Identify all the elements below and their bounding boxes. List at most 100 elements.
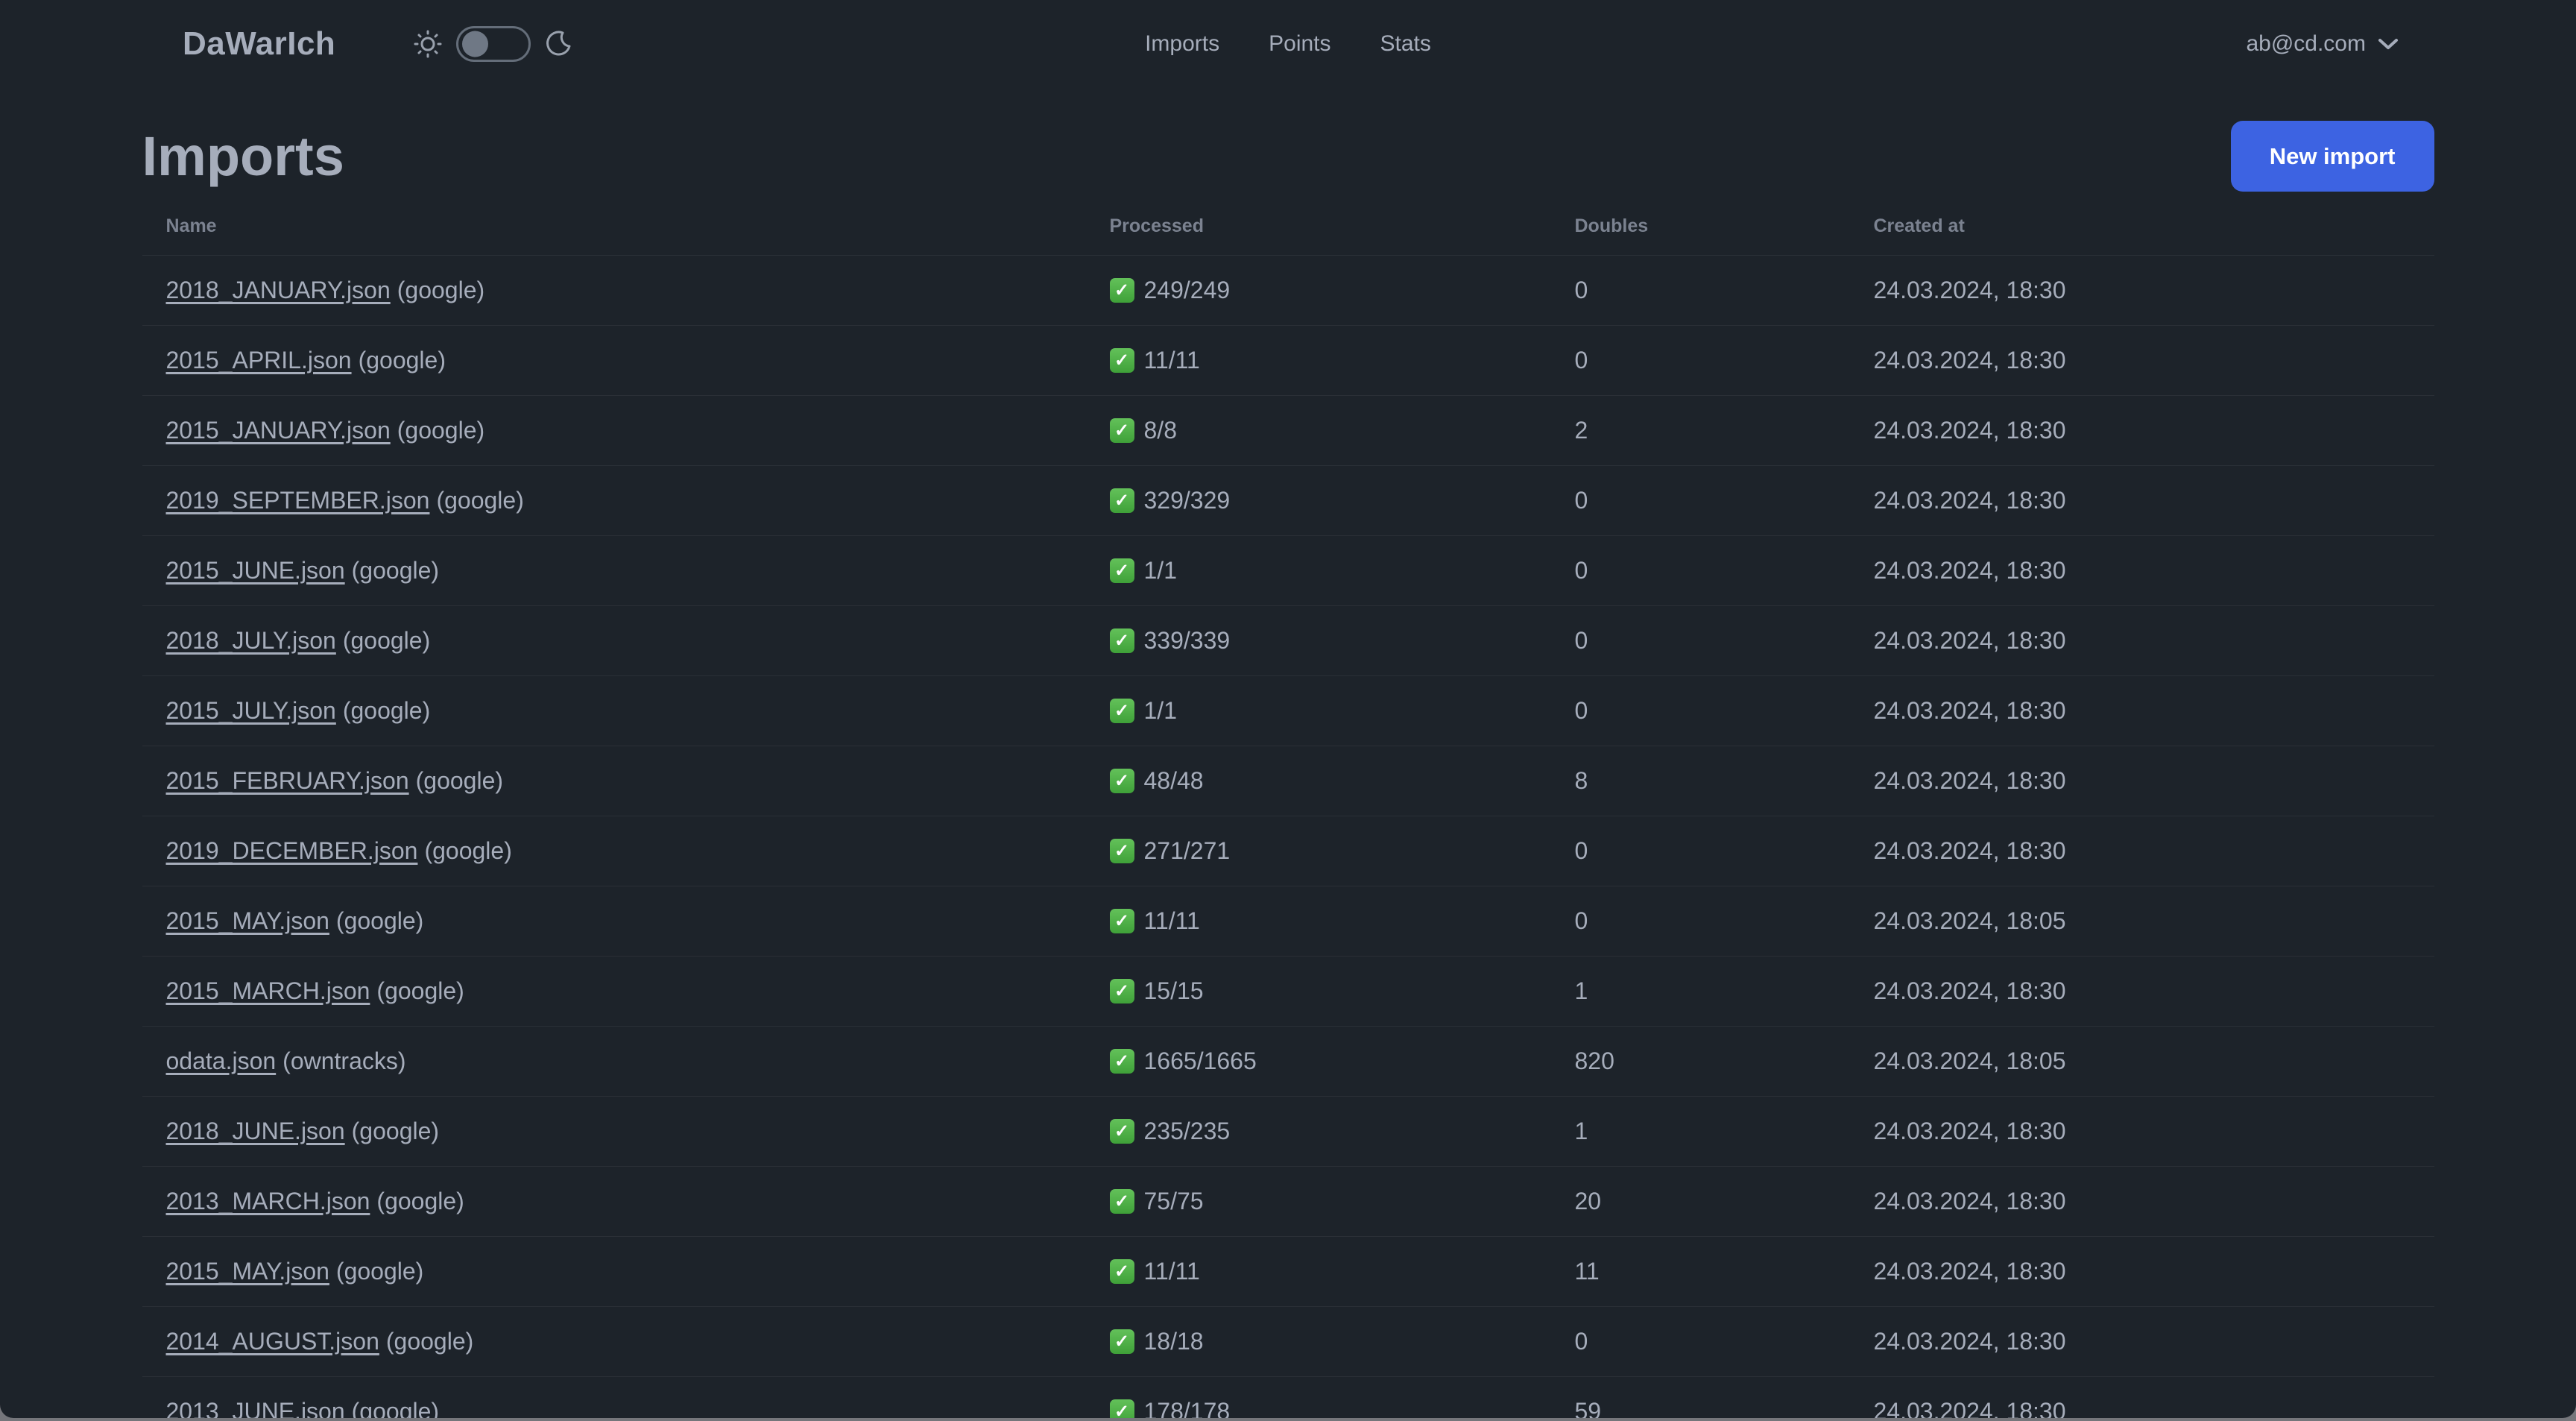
import-source: (google) xyxy=(376,977,464,1004)
check-icon: ✓ xyxy=(1109,628,1134,653)
created-at-value: 24.03.2024, 18:30 xyxy=(1849,1236,2434,1307)
table-row: 2013_JUNE.json (google) ✓ 178/178 59 24.0… xyxy=(142,1376,2434,1418)
processed-count: 11/11 xyxy=(1143,347,1200,374)
chevron-down-icon xyxy=(2378,37,2399,51)
page-content: Imports New import Name Processed Double… xyxy=(142,121,2434,1418)
import-source: (google) xyxy=(351,1398,440,1418)
import-source: (google) xyxy=(335,1258,424,1285)
processed-count: 1665/1665 xyxy=(1143,1047,1257,1074)
doubles-value: 59 xyxy=(1550,1376,1850,1418)
doubles-value: 0 xyxy=(1550,886,1850,957)
check-icon: ✓ xyxy=(1109,418,1134,443)
table-row: 2018_JUNE.json (google) ✓ 235/235 1 24.03… xyxy=(142,1096,2434,1167)
doubles-value: 11 xyxy=(1550,1236,1850,1307)
import-source: (google) xyxy=(424,837,512,864)
user-menu[interactable]: ab@cd.com xyxy=(2246,31,2399,57)
table-row: 2015_JULY.json (google) ✓ 1/1 0 24.03.202… xyxy=(142,675,2434,746)
doubles-value: 0 xyxy=(1550,325,1850,396)
theme-toggle[interactable] xyxy=(456,26,531,62)
processed-count: 271/271 xyxy=(1143,837,1231,864)
check-icon: ✓ xyxy=(1109,1399,1134,1418)
import-file-link[interactable]: 2019_SEPTEMBER.json xyxy=(166,487,430,514)
theme-switcher xyxy=(413,26,572,62)
import-source: (owntracks) xyxy=(282,1047,406,1074)
doubles-value: 0 xyxy=(1550,465,1850,536)
nav-item-imports[interactable]: Imports xyxy=(1145,31,1219,57)
created-at-value: 24.03.2024, 18:30 xyxy=(1849,605,2434,676)
created-at-value: 24.03.2024, 18:30 xyxy=(1849,325,2434,396)
check-icon: ✓ xyxy=(1109,348,1134,373)
created-at-value: 24.03.2024, 18:30 xyxy=(1849,675,2434,746)
theme-toggle-knob xyxy=(462,31,489,57)
doubles-value: 8 xyxy=(1550,746,1850,816)
import-file-link[interactable]: 2018_JULY.json xyxy=(166,627,336,654)
imports-table-body: 2018_JANUARY.json (google) ✓ 249/249 0 24… xyxy=(142,255,2434,1418)
created-at-value: 24.03.2024, 18:05 xyxy=(1849,886,2434,957)
page-title: Imports xyxy=(142,125,344,187)
created-at-value: 24.03.2024, 18:05 xyxy=(1849,1026,2434,1097)
import-file-link[interactable]: 2019_DECEMBER.json xyxy=(166,837,418,864)
table-row: 2019_SEPTEMBER.json (google) ✓ 329/329 0 … xyxy=(142,465,2434,536)
user-email: ab@cd.com xyxy=(2246,31,2366,56)
import-source: (google) xyxy=(358,347,446,374)
table-row: 2015_MAY.json (google) ✓ 11/11 0 24.03.20… xyxy=(142,886,2434,957)
check-icon: ✓ xyxy=(1109,1119,1134,1144)
created-at-value: 24.03.2024, 18:30 xyxy=(1849,1096,2434,1167)
created-at-value: 24.03.2024, 18:30 xyxy=(1849,746,2434,816)
doubles-value: 0 xyxy=(1550,535,1850,606)
import-file-link[interactable]: odata.json xyxy=(166,1047,277,1074)
check-icon: ✓ xyxy=(1109,979,1134,1003)
doubles-value: 1 xyxy=(1550,956,1850,1027)
import-source: (google) xyxy=(415,767,504,794)
app-logo[interactable]: DaWarIch xyxy=(183,25,335,63)
doubles-value: 2 xyxy=(1550,395,1850,466)
processed-count: 8/8 xyxy=(1143,417,1177,444)
created-at-value: 24.03.2024, 18:30 xyxy=(1849,1306,2434,1377)
nav-item-points[interactable]: Points xyxy=(1269,31,1330,57)
imports-table: Name Processed Doubles Created at 2018_J… xyxy=(142,198,2434,1418)
import-file-link[interactable]: 2015_APRIL.json xyxy=(166,347,352,374)
import-file-link[interactable]: 2015_FEBRUARY.json xyxy=(166,767,409,794)
table-row: 2019_DECEMBER.json (google) ✓ 271/271 0 2… xyxy=(142,816,2434,886)
nav-item-stats[interactable]: Stats xyxy=(1380,31,1431,57)
import-file-link[interactable]: 2018_JANUARY.json xyxy=(166,277,391,303)
import-file-link[interactable]: 2015_JANUARY.json xyxy=(166,417,391,444)
main-nav: Imports Points Stats xyxy=(1145,31,1431,57)
import-source: (google) xyxy=(335,907,424,934)
check-icon: ✓ xyxy=(1109,488,1134,513)
table-row: 2015_APRIL.json (google) ✓ 11/11 0 24.03.… xyxy=(142,325,2434,396)
processed-count: 249/249 xyxy=(1143,277,1231,303)
doubles-value: 0 xyxy=(1550,816,1850,886)
created-at-value: 24.03.2024, 18:30 xyxy=(1849,255,2434,326)
processed-count: 235/235 xyxy=(1143,1118,1231,1144)
import-file-link[interactable]: 2015_JUNE.json xyxy=(166,557,345,584)
import-source: (google) xyxy=(342,627,431,654)
app-window: DaWarIch Imports Points Stats ab@cd.com … xyxy=(0,0,2576,1418)
import-file-link[interactable]: 2015_MAY.json xyxy=(166,1258,329,1285)
doubles-value: 1 xyxy=(1550,1096,1850,1167)
import-file-link[interactable]: 2018_JUNE.json xyxy=(166,1118,345,1144)
created-at-value: 24.03.2024, 18:30 xyxy=(1849,1376,2434,1418)
processed-count: 339/339 xyxy=(1143,627,1231,654)
import-file-link[interactable]: 2013_JUNE.json xyxy=(166,1398,345,1418)
created-at-value: 24.03.2024, 18:30 xyxy=(1849,956,2434,1027)
import-source: (google) xyxy=(376,1188,464,1214)
doubles-value: 20 xyxy=(1550,1166,1850,1237)
import-source: (google) xyxy=(342,697,431,724)
check-icon: ✓ xyxy=(1109,1259,1134,1284)
column-header-processed: Processed xyxy=(1085,198,1551,256)
processed-count: 15/15 xyxy=(1143,977,1204,1004)
import-file-link[interactable]: 2015_MARCH.json xyxy=(166,977,370,1004)
processed-count: 11/11 xyxy=(1143,1258,1200,1285)
import-source: (google) xyxy=(436,487,524,514)
moon-icon xyxy=(544,30,572,58)
import-source: (google) xyxy=(351,1118,440,1144)
import-file-link[interactable]: 2013_MARCH.json xyxy=(166,1188,370,1214)
import-file-link[interactable]: 2015_JULY.json xyxy=(166,697,336,724)
new-import-button[interactable]: New import xyxy=(2230,121,2434,192)
import-file-link[interactable]: 2015_MAY.json xyxy=(166,907,329,934)
doubles-value: 0 xyxy=(1550,1306,1850,1377)
table-row: 2015_JANUARY.json (google) ✓ 8/8 2 24.03.… xyxy=(142,395,2434,466)
import-file-link[interactable]: 2014_AUGUST.json xyxy=(166,1328,379,1355)
doubles-value: 0 xyxy=(1550,255,1850,326)
